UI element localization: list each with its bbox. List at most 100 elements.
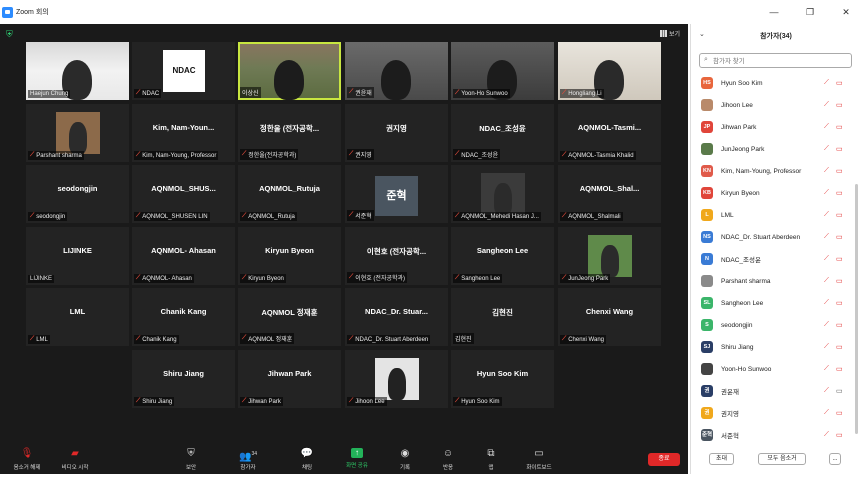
video-off-icon[interactable]: ▭ <box>836 321 843 329</box>
microphone-muted-icon[interactable]: ⟋ <box>824 431 829 439</box>
whiteboard-button[interactable]: ▭ 화이트보드 <box>514 448 564 471</box>
security-button[interactable]: ⛨ 보안 <box>166 448 216 471</box>
participant-list-item[interactable]: KB Kiryun Byeon ⟋ ▭ <box>691 182 853 204</box>
start-video-button[interactable]: ▰ 비디오 시작 <box>50 448 100 471</box>
video-off-icon[interactable]: ▭ <box>836 343 843 351</box>
microphone-muted-icon[interactable]: ⟋ <box>824 167 829 175</box>
apps-button[interactable]: ⧉ 앱 <box>466 448 516 471</box>
video-off-icon[interactable]: ▭ <box>836 211 843 219</box>
unmute-button[interactable]: 🎙 음소거 해제 <box>2 448 52 471</box>
participant-search[interactable]: ⌕ <box>699 53 852 68</box>
participant-list-item[interactable]: L LML ⟋ ▭ <box>691 204 853 226</box>
video-off-icon[interactable]: ▭ <box>836 167 843 175</box>
participant-search-input[interactable] <box>713 56 843 66</box>
participant-video-tile[interactable]: 정한울 (전자공학... ⟋ 정한울(전자공학과) <box>238 104 341 162</box>
video-off-icon[interactable]: ▭ <box>836 101 843 109</box>
microphone-muted-icon[interactable]: ⟋ <box>824 233 829 241</box>
participant-video-tile[interactable]: Sangheon Lee ⟋ Sangheon Lee <box>451 227 554 285</box>
participant-video-tile[interactable]: 권지영 ⟋ 권지영 <box>345 104 448 162</box>
microphone-muted-icon[interactable]: ⟋ <box>824 387 829 395</box>
microphone-muted-icon[interactable]: ⟋ <box>824 79 829 87</box>
participant-video-tile[interactable]: AQNMOL- Ahasan ⟋ AQNMOL- Ahasan <box>132 227 235 285</box>
participant-video-tile[interactable]: Jihwan Park ⟋ Jihwan Park <box>238 350 341 408</box>
participant-list-item[interactable]: KN Kim, Nam-Young, Professor ⟋ ▭ <box>691 160 853 182</box>
microphone-muted-icon[interactable]: ⟋ <box>824 277 829 285</box>
participant-list-item[interactable]: 권 권윤재 ⟋ ▭ <box>691 380 853 402</box>
video-off-icon[interactable]: ▭ <box>836 431 843 439</box>
participant-video-tile[interactable]: LIJINKE LIJINKE <box>26 227 129 285</box>
participant-list-item[interactable]: N NDAC_조성윤 ⟋ ▭ <box>691 248 853 270</box>
video-off-icon[interactable]: ▭ <box>836 299 843 307</box>
chat-button[interactable]: 💬 채팅 <box>282 448 332 471</box>
video-off-icon[interactable]: ▭ <box>836 189 843 197</box>
shield-icon[interactable]: ⛨ <box>6 29 15 39</box>
video-off-icon[interactable]: ▭ <box>836 123 843 131</box>
participant-video-tile[interactable]: Hyun Soo Kim ⟋ Hyun Soo Kim <box>451 350 554 408</box>
participant-video-tile[interactable]: 이상신 <box>238 42 341 100</box>
participant-video-tile[interactable]: AQNMOL-Tasmi... ⟋ AQNMOL-Tasmia Khalid <box>558 104 661 162</box>
more-options-button[interactable]: ... <box>829 453 841 465</box>
participant-video-tile[interactable]: ⟋ Parshant sharma <box>26 104 129 162</box>
microphone-muted-icon[interactable]: ⟋ <box>824 299 829 307</box>
participant-video-tile[interactable]: ⟋ Hongliang Li <box>558 42 661 100</box>
video-on-icon[interactable]: ▭ <box>836 387 843 395</box>
maximize-icon[interactable]: ❐ <box>804 7 816 17</box>
participant-video-tile[interactable]: AQNMOL 정재훈 ⟋ AQNMOL 정재훈 <box>238 288 341 346</box>
participant-video-tile[interactable]: Chenxi Wang ⟋ Chenxi Wang <box>558 288 661 346</box>
participant-video-tile[interactable]: ⟋ JunJeong Park <box>558 227 661 285</box>
participant-list-item[interactable]: 준혁 서준혁 ⟋ ▭ <box>691 424 853 442</box>
participant-list-item[interactable]: Yoon-Ho Sunwoo ⟋ ▭ <box>691 358 853 380</box>
video-off-icon[interactable]: ▭ <box>836 79 843 87</box>
participant-list-item[interactable]: Parshant sharma ⟋ ▭ <box>691 270 853 292</box>
video-off-icon[interactable]: ▭ <box>836 255 843 263</box>
participant-list-item[interactable]: NS NDAC_Dr. Stuart Aberdeen ⟋ ▭ <box>691 226 853 248</box>
participant-list-item[interactable]: Jihoon Lee ⟋ ▭ <box>691 94 853 116</box>
participant-video-tile[interactable]: seodongjin ⟋ seodongjin <box>26 165 129 223</box>
end-meeting-button[interactable]: 종료 <box>648 453 680 466</box>
participant-video-tile[interactable]: NDAC_Dr. Stuar... ⟋ NDAC_Dr. Stuart Aberde… <box>345 288 448 346</box>
participant-video-tile[interactable]: AQNMOL_Rutuja ⟋ AQNMOL_Rutuja <box>238 165 341 223</box>
participant-video-tile[interactable]: NDAC_조성윤 ⟋ NDAC_조성윤 <box>451 104 554 162</box>
microphone-muted-icon[interactable]: ⟋ <box>824 123 829 131</box>
participant-video-tile[interactable]: ⟋ AQNMOL_Mehedi Hasan J... <box>451 165 554 223</box>
participants-button[interactable]: 👥34 참가자 <box>223 448 273 471</box>
participant-video-tile[interactable]: Haejun Chung <box>26 42 129 100</box>
participant-list-item[interactable]: HS Hyun Soo Kim ⟋ ▭ <box>691 72 853 94</box>
participant-video-tile[interactable]: ⟋ Jihoon Lee <box>345 350 448 408</box>
participant-list-item[interactable]: SL Sangheon Lee ⟋ ▭ <box>691 292 853 314</box>
microphone-muted-icon[interactable]: ⟋ <box>824 321 829 329</box>
participant-video-tile[interactable]: LML ⟋ LML <box>26 288 129 346</box>
close-icon[interactable]: ✕ <box>840 7 852 17</box>
microphone-muted-icon[interactable]: ⟋ <box>824 189 829 197</box>
participant-video-tile[interactable]: Kim, Nam-Youn... ⟋ Kim, Nam-Young, Profess… <box>132 104 235 162</box>
video-off-icon[interactable]: ▭ <box>836 277 843 285</box>
microphone-muted-icon[interactable]: ⟋ <box>824 409 829 417</box>
participant-video-tile[interactable]: 이현호 (전자공학... ⟋ 이현호 (전자공학과) <box>345 227 448 285</box>
view-button[interactable]: 보기 <box>659 29 680 38</box>
mute-all-button[interactable]: 모두 음소거 <box>758 453 806 465</box>
participant-video-tile[interactable]: NDAC ⟋ NDAC <box>132 42 235 100</box>
microphone-muted-icon[interactable]: ⟋ <box>824 365 829 373</box>
microphone-muted-icon[interactable]: ⟋ <box>824 255 829 263</box>
participant-video-tile[interactable]: AQNMOL_Shal... ⟋ AQNMOL_Shalmali <box>558 165 661 223</box>
participant-video-tile[interactable]: Kiryun Byeon ⟋ Kiryun Byeon <box>238 227 341 285</box>
participant-video-tile[interactable]: ⟋ 권윤재 <box>345 42 448 100</box>
participant-list-item[interactable]: Sseodongjin ⟋ ▭ <box>691 314 853 336</box>
participant-video-tile[interactable]: AQNMOL_SHUS... ⟋ AQNMOL_SHUSEN LIN <box>132 165 235 223</box>
participant-list-item[interactable]: JunJeong Park ⟋ ▭ <box>691 138 853 160</box>
participant-video-tile[interactable]: Chanik Kang ⟋ Chanik Kang <box>132 288 235 346</box>
participant-video-tile[interactable]: 준혁 ⟋ 서준혁 <box>345 165 448 223</box>
video-off-icon[interactable]: ▭ <box>836 145 843 153</box>
microphone-muted-icon[interactable]: ⟋ <box>824 343 829 351</box>
share-screen-button[interactable]: ↑ 화면 공유 <box>332 448 382 469</box>
microphone-muted-icon[interactable]: ⟋ <box>824 211 829 219</box>
invite-button[interactable]: 초대 <box>709 453 734 465</box>
minimize-icon[interactable]: — <box>768 7 780 17</box>
participant-list-item[interactable]: 권 권지영 ⟋ ▭ <box>691 402 853 424</box>
video-off-icon[interactable]: ▭ <box>836 365 843 373</box>
participant-video-tile[interactable]: 김현진 김현진 <box>451 288 554 346</box>
microphone-muted-icon[interactable]: ⟋ <box>824 145 829 153</box>
participant-video-tile[interactable]: Shiru Jiang ⟋ Shiru Jiang <box>132 350 235 408</box>
participant-list-scrollbar[interactable] <box>855 184 858 434</box>
video-off-icon[interactable]: ▭ <box>836 409 843 417</box>
